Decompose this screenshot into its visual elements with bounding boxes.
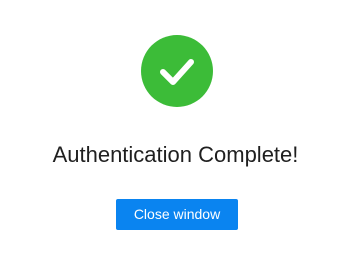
auth-complete-page: Authentication Complete! Close window — [0, 0, 351, 279]
close-window-button[interactable]: Close window — [116, 199, 238, 230]
page-title: Authentication Complete! — [52, 142, 299, 167]
success-badge — [141, 35, 213, 107]
checkmark-icon — [160, 59, 194, 85]
